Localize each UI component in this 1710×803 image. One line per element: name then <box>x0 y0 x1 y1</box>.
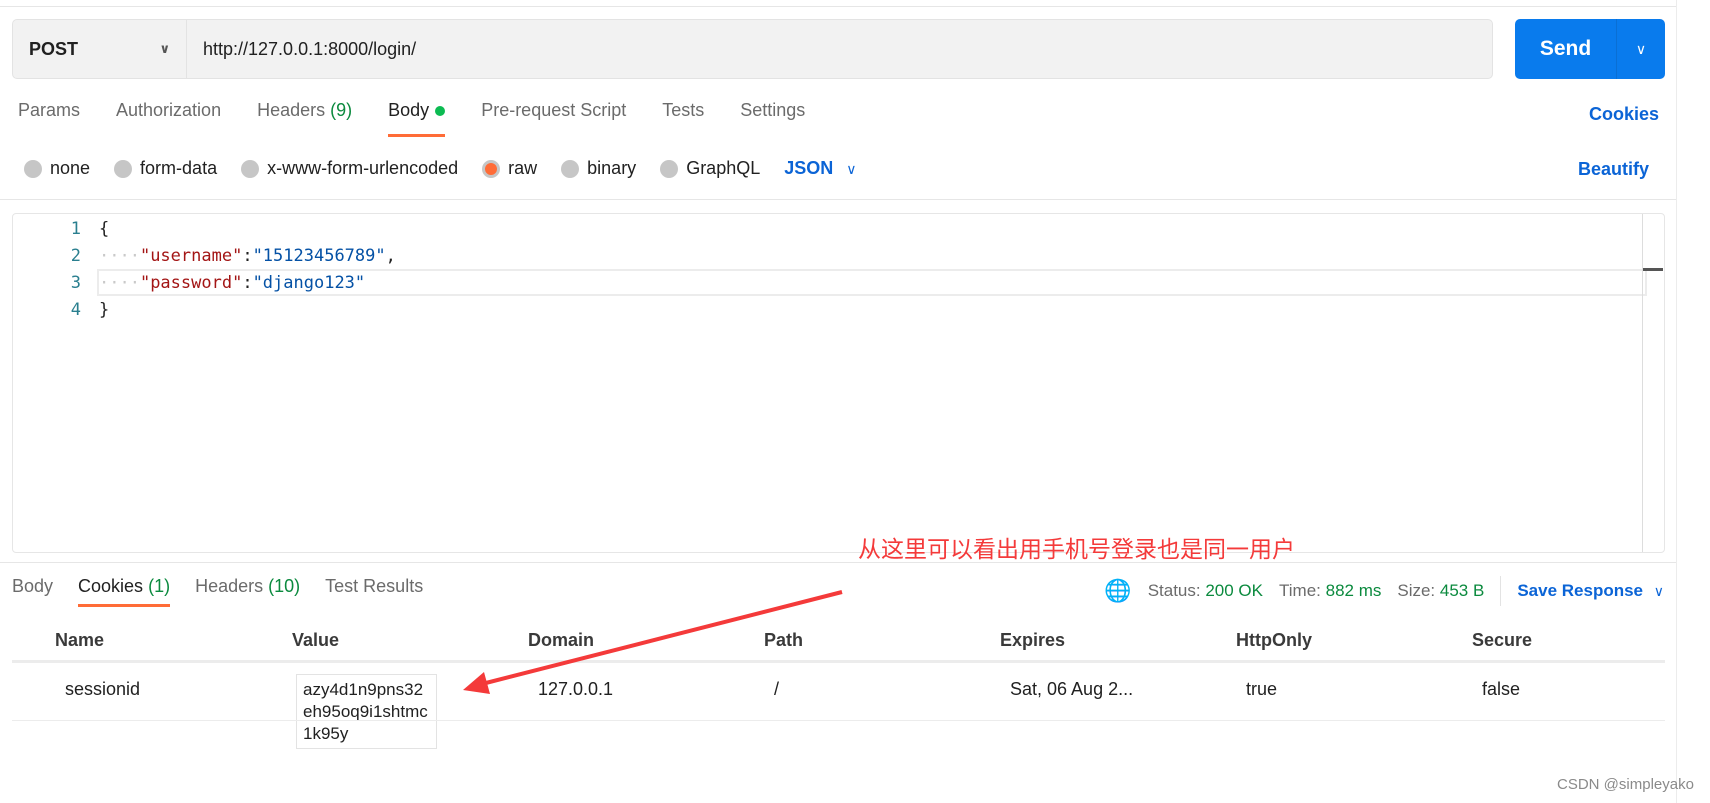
annotation-arrow-icon <box>463 590 843 694</box>
watermark: CSDN @simpleyako <box>1557 776 1694 793</box>
